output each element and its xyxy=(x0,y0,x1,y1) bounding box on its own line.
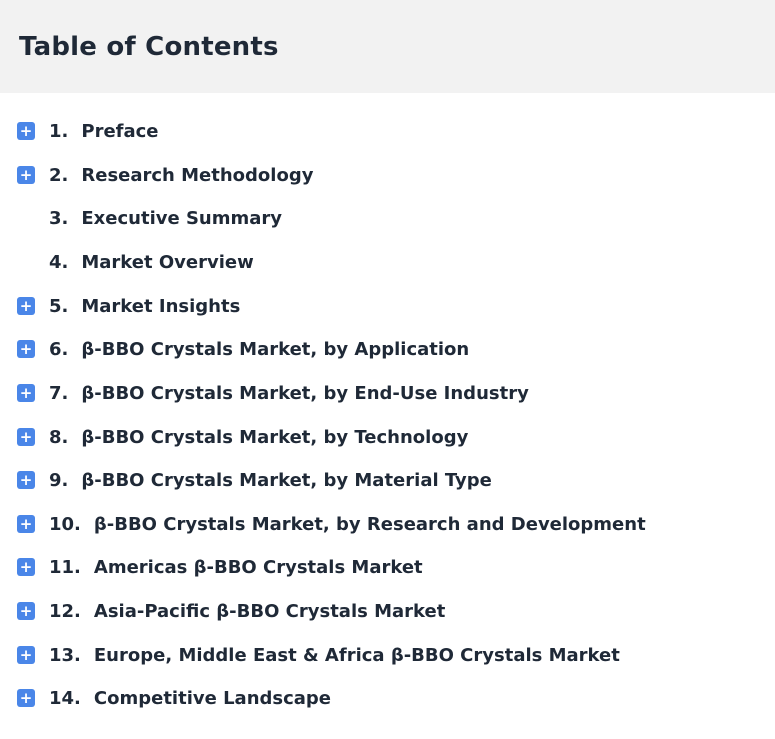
item-label[interactable]: Market Insights xyxy=(81,296,240,317)
item-number: 14. xyxy=(49,687,81,709)
item-label[interactable]: Preface xyxy=(81,121,158,142)
plus-square-icon[interactable]: + xyxy=(17,689,35,707)
plus-square-icon[interactable]: + xyxy=(17,602,35,620)
toc-item-2[interactable]: + 2. Research Methodology xyxy=(17,164,313,186)
item-number: 12. xyxy=(49,600,81,622)
item-number: 13. xyxy=(49,644,81,666)
item-label[interactable]: β-BBO Crystals Market, by Technology xyxy=(81,427,468,448)
plus-square-icon[interactable]: + xyxy=(17,166,35,184)
item-number: 1. xyxy=(49,120,69,142)
item-number: 4. xyxy=(49,251,69,273)
item-label[interactable]: Market Overview xyxy=(81,252,253,273)
item-label[interactable]: Americas β-BBO Crystals Market xyxy=(94,557,423,578)
toc-item-10[interactable]: + 10. β-BBO Crystals Market, by Research… xyxy=(17,513,646,535)
toc-item-1[interactable]: + 1. Preface xyxy=(17,120,159,142)
plus-square-icon[interactable]: + xyxy=(17,646,35,664)
toc-item-4[interactable]: 4. Market Overview xyxy=(17,251,254,273)
item-label[interactable]: β-BBO Crystals Market, by End-Use Indust… xyxy=(81,383,528,404)
item-number: 7. xyxy=(49,382,69,404)
toc-item-11[interactable]: + 11. Americas β-BBO Crystals Market xyxy=(17,556,423,578)
toc-item-3[interactable]: 3. Executive Summary xyxy=(17,207,282,229)
item-label[interactable]: Asia-Pacific β-BBO Crystals Market xyxy=(94,601,445,622)
item-number: 5. xyxy=(49,295,69,317)
toc-item-14[interactable]: + 14. Competitive Landscape xyxy=(17,687,331,709)
plus-square-icon[interactable]: + xyxy=(17,428,35,446)
toc-item-5[interactable]: + 5. Market Insights xyxy=(17,295,240,317)
item-number: 8. xyxy=(49,426,69,448)
plus-square-icon[interactable]: + xyxy=(17,384,35,402)
toc-item-13[interactable]: + 13. Europe, Middle East & Africa β-BBO… xyxy=(17,644,620,666)
plus-square-icon[interactable]: + xyxy=(17,122,35,140)
item-label[interactable]: β-BBO Crystals Market, by Application xyxy=(81,339,469,360)
plus-square-icon[interactable]: + xyxy=(17,471,35,489)
item-number: 10. xyxy=(49,513,81,535)
item-label[interactable]: Executive Summary xyxy=(81,208,282,229)
toc-item-12[interactable]: + 12. Asia-Pacific β-BBO Crystals Market xyxy=(17,600,445,622)
toc-item-8[interactable]: + 8. β-BBO Crystals Market, by Technolog… xyxy=(17,426,468,448)
item-number: 9. xyxy=(49,469,69,491)
toc-item-6[interactable]: + 6. β-BBO Crystals Market, by Applicati… xyxy=(17,338,469,360)
plus-square-icon[interactable]: + xyxy=(17,515,35,533)
item-label[interactable]: Europe, Middle East & Africa β-BBO Cryst… xyxy=(94,645,620,666)
toc-item-9[interactable]: + 9. β-BBO Crystals Market, by Material … xyxy=(17,469,492,491)
plus-square-icon[interactable]: + xyxy=(17,558,35,576)
item-label[interactable]: β-BBO Crystals Market, by Material Type xyxy=(81,470,492,491)
toc-item-7[interactable]: + 7. β-BBO Crystals Market, by End-Use I… xyxy=(17,382,529,404)
plus-square-icon[interactable]: + xyxy=(17,340,35,358)
item-label[interactable]: Competitive Landscape xyxy=(94,688,331,709)
item-label[interactable]: Research Methodology xyxy=(81,165,313,186)
item-number: 3. xyxy=(49,207,69,229)
toc-header: Table of Contents xyxy=(0,0,775,93)
page-title: Table of Contents xyxy=(19,31,279,62)
plus-square-icon[interactable]: + xyxy=(17,297,35,315)
item-number: 2. xyxy=(49,164,69,186)
item-number: 11. xyxy=(49,556,81,578)
item-number: 6. xyxy=(49,338,69,360)
item-label[interactable]: β-BBO Crystals Market, by Research and D… xyxy=(94,514,646,535)
